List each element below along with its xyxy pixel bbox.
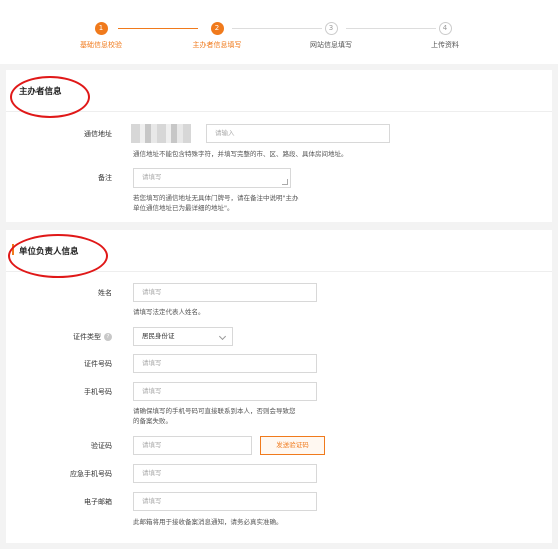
send-code-button[interactable]: 发送验证码	[260, 436, 325, 455]
step-4: 4 上传资料	[390, 22, 500, 50]
sponsor-info-panel: 主办者信息 通信地址 请输入 通信地址不能包含特殊字符，并填写完整的市、区、路段…	[6, 70, 552, 222]
email-input[interactable]: 请填写	[133, 492, 317, 511]
phone-hint-line-1: 请确保填写的手机号码可直接联系到本人，否则会导致您	[133, 407, 296, 415]
annotation-circle	[10, 76, 90, 118]
code-input[interactable]: 请填写	[133, 436, 252, 455]
remark-hint-line-1: 若您填写的通信地址无具体门牌号，请在备注中说明"主办	[133, 194, 299, 202]
chevron-down-icon	[218, 332, 227, 341]
phone-input[interactable]: 请填写	[133, 382, 317, 401]
step-number: 4	[438, 22, 452, 35]
step-number: 2	[210, 22, 224, 35]
id-no-label: 证件号码	[84, 360, 112, 368]
step-label: 上传资料	[431, 41, 459, 49]
email-label: 电子邮箱	[84, 498, 112, 506]
address-input[interactable]: 请输入	[206, 124, 390, 143]
remark-placeholder: 请填写	[142, 173, 162, 181]
step-label: 基础信息校验	[80, 41, 122, 49]
address-hint: 通信地址不能包含特殊字符，并填写完整的市、区、路段、具体房间地址。	[133, 150, 348, 158]
name-label: 姓名	[98, 289, 112, 297]
remark-textarea[interactable]: 请填写	[133, 168, 291, 188]
name-input[interactable]: 请填写	[133, 283, 317, 302]
step-label: 主办者信息填写	[192, 41, 242, 49]
step-number: 3	[324, 22, 338, 35]
id-type-value: 居民身份证	[142, 332, 175, 340]
phone-label: 手机号码	[84, 388, 112, 396]
step-2: 2 主办者信息填写	[162, 22, 272, 50]
remark-hint-line-2: 单位通信地址已为最详细的地址"。	[133, 204, 234, 212]
id-type-label: 证件类型?	[73, 332, 112, 342]
step-3: 3 网站信息填写	[276, 22, 386, 50]
email-hint: 此邮箱将用于接收备案消息通知，请务必真实准确。	[133, 518, 283, 526]
name-hint: 请填写法定代表人姓名。	[133, 308, 205, 316]
help-icon[interactable]: ?	[104, 333, 112, 341]
remark-label: 备注	[98, 174, 112, 182]
id-no-input[interactable]: 请填写	[133, 354, 317, 373]
phone-hint-line-2: 的备案失败。	[133, 417, 172, 425]
emergency-phone-label: 应急手机号码	[70, 470, 112, 478]
step-number: 1	[94, 22, 108, 35]
annotation-circle	[8, 234, 108, 278]
resize-handle-icon[interactable]	[282, 179, 288, 185]
emergency-phone-input[interactable]: 请填写	[133, 464, 317, 483]
id-type-label-text: 证件类型	[73, 333, 101, 341]
redacted-address	[131, 124, 191, 143]
step-progress-bar: 1 基础信息校验 2 主办者信息填写 3 网站信息填写 4 上传资料	[0, 0, 558, 64]
code-label: 验证码	[91, 442, 112, 450]
address-label: 通信地址	[84, 130, 112, 138]
step-1: 1 基础信息校验	[46, 22, 156, 50]
principal-info-panel: 单位负责人信息 姓名 请填写 请填写法定代表人姓名。 证件类型? 居民身份证 证…	[6, 230, 552, 543]
id-type-select[interactable]: 居民身份证	[133, 327, 233, 346]
step-label: 网站信息填写	[310, 41, 352, 49]
